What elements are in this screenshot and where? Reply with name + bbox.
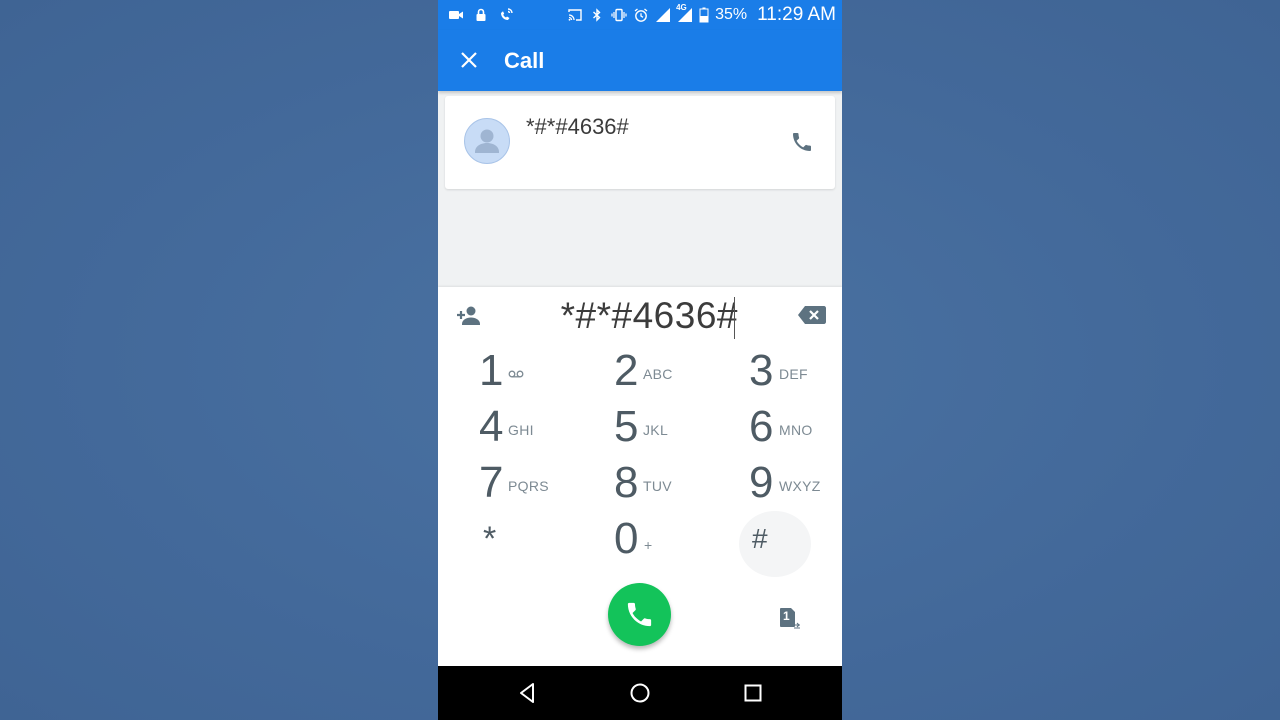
key-star[interactable]: * (483, 512, 603, 566)
key-hash[interactable]: # (752, 512, 842, 566)
contact-suggestion-card[interactable]: *#*#4636# (445, 96, 835, 189)
text-cursor (734, 297, 735, 339)
battery-percent: 35% (715, 6, 748, 23)
add-person-icon (457, 306, 480, 325)
dialed-number-field[interactable]: *#*#4636# (538, 293, 738, 339)
back-button[interactable] (515, 681, 539, 705)
key-8[interactable]: 8 TUV (614, 456, 734, 510)
key-0[interactable]: 0 + (614, 512, 734, 566)
key-letters: GHI (508, 422, 534, 438)
vibrate-icon (611, 7, 627, 23)
backspace-icon (798, 306, 826, 324)
close-button[interactable] (458, 49, 480, 71)
key-7[interactable]: 7 PQRS (479, 456, 599, 510)
sim-number-label: 1 (783, 609, 790, 623)
key-2[interactable]: 2 ABC (614, 344, 734, 398)
navigation-bar (438, 666, 842, 720)
key-digit: 9 (749, 458, 774, 507)
cast-icon (567, 7, 583, 23)
video-icon (448, 7, 464, 23)
key-digit: 8 (614, 458, 639, 507)
bluetooth-icon (589, 7, 605, 23)
alarm-icon (633, 7, 649, 23)
app-bar: Call (438, 30, 842, 91)
back-icon (520, 683, 534, 703)
key-digit: 5 (614, 402, 639, 451)
key-digit: 7 (479, 458, 504, 507)
key-letters: + (644, 537, 653, 553)
sim-select-button[interactable]: 1 (776, 605, 802, 631)
key-1[interactable]: 1 (479, 344, 599, 398)
signal-4g-icon: 4G (676, 3, 693, 23)
phone-icon (793, 133, 811, 151)
key-digit: 0 (614, 514, 639, 563)
network-type-label: 4G (676, 3, 687, 12)
suggestion-number: *#*#4636# (526, 114, 629, 139)
home-icon (630, 683, 650, 703)
key-digit: 1 (479, 346, 504, 395)
key-4[interactable]: 4 GHI (479, 400, 599, 454)
status-bar: 4G 35% 11:29 AM (438, 0, 842, 30)
person-icon (475, 129, 499, 153)
dialpad: *#*#4636# 1 2 ABC 3 DEF 4 GHI 5 JKL 6 MN… (438, 287, 842, 666)
key-5[interactable]: 5 JKL (614, 400, 734, 454)
avatar (464, 118, 510, 164)
key-digit: 3 (749, 346, 774, 395)
close-icon (461, 52, 477, 68)
key-9[interactable]: 9 WXYZ (749, 456, 842, 510)
key-digit: 6 (749, 402, 774, 451)
key-letters: MNO (779, 422, 813, 438)
call-button[interactable] (608, 583, 671, 646)
recents-button[interactable] (741, 681, 765, 705)
add-contact-button[interactable] (455, 304, 483, 328)
phone-icon (627, 602, 652, 627)
wifi-calling-icon (498, 7, 514, 23)
key-letters: WXYZ (779, 478, 821, 494)
key-6[interactable]: 6 MNO (749, 400, 842, 454)
key-digit: 4 (479, 402, 504, 451)
key-letters: ABC (643, 366, 673, 382)
key-digit: 2 (614, 346, 639, 395)
key-digit: # (752, 523, 768, 554)
key-3[interactable]: 3 DEF (749, 344, 842, 398)
phone-screen: 4G 35% 11:29 AM Call *#*#4636# *#*#4636#… (438, 0, 842, 720)
key-digit: * (483, 520, 497, 558)
page-title: Call (504, 48, 545, 73)
clock: 11:29 AM (757, 4, 836, 25)
key-letters: PQRS (508, 478, 549, 494)
lock-icon (473, 7, 489, 23)
battery-icon (699, 7, 709, 23)
signal-icon (655, 7, 671, 23)
key-letters: TUV (643, 478, 672, 494)
key-letters: DEF (779, 366, 808, 382)
voicemail-icon (508, 370, 524, 378)
recents-icon (744, 684, 762, 702)
suggestion-call-button[interactable] (790, 130, 814, 154)
key-letters: JKL (643, 422, 669, 438)
home-button[interactable] (628, 681, 652, 705)
backspace-button[interactable] (797, 304, 827, 326)
